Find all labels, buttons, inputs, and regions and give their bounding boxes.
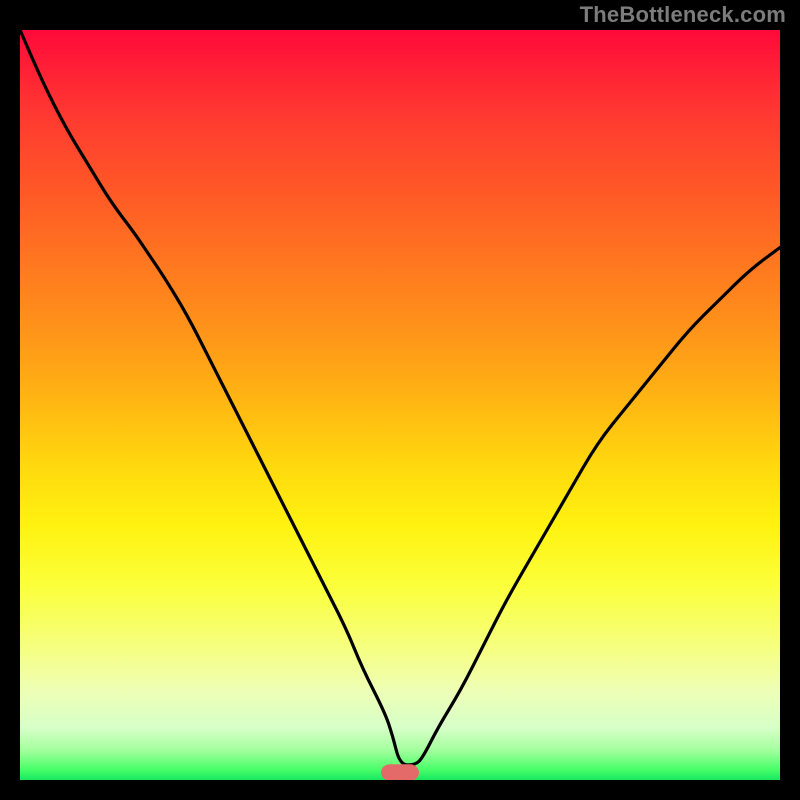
- optimal-marker: [381, 764, 419, 780]
- chart-overlay: [20, 30, 780, 780]
- bottleneck-curve: [20, 30, 780, 765]
- plot-area: [20, 30, 780, 780]
- watermark-text: TheBottleneck.com: [580, 2, 786, 28]
- chart-stage: TheBottleneck.com: [0, 0, 800, 800]
